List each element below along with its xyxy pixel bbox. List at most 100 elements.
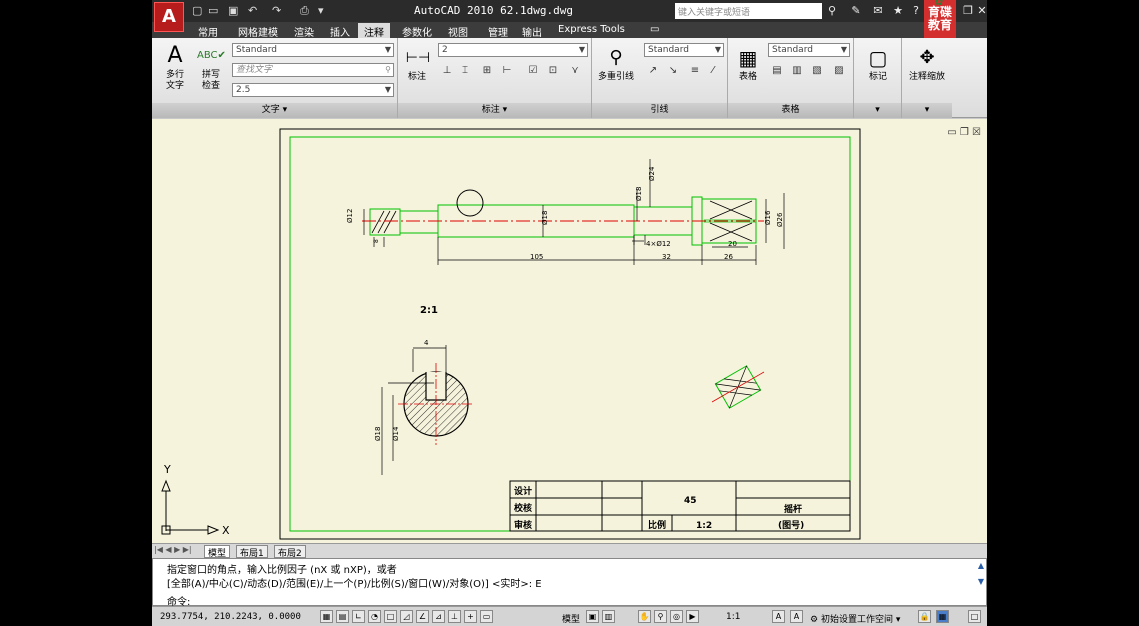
tab-output[interactable]: 输出 xyxy=(516,23,548,39)
detail-scale-label: 2:1 xyxy=(420,305,438,316)
showmotion-icon[interactable]: ▶ xyxy=(686,610,699,623)
jog-icon[interactable]: ⋎ xyxy=(568,64,582,78)
layout-model-icon[interactable]: ▣ xyxy=(586,610,599,623)
baseline-dim-icon[interactable]: ⊢ xyxy=(500,64,514,78)
subscription-icon[interactable]: ✎ xyxy=(848,3,864,19)
drawing-canvas[interactable]: ▭ ❐ ☒ Ø12 8 Ø18 Ø18 Ø24 Ø16 Ø26 105 32 2… xyxy=(152,119,987,543)
scroll-up-icon[interactable]: ▲ xyxy=(978,561,984,570)
dimension-panel-title[interactable]: 标注 ▾ xyxy=(398,103,591,118)
center-mark-icon[interactable]: ⊡ xyxy=(546,64,560,78)
tab-home[interactable]: 常用 xyxy=(192,23,224,39)
hardware-accel-icon[interactable]: ▦ xyxy=(936,610,949,623)
toolbar-lock-icon[interactable]: 🔒 xyxy=(918,610,931,623)
upload-data-icon[interactable]: ▨ xyxy=(832,64,846,78)
linear-dim-icon[interactable]: ⊥ xyxy=(440,64,454,78)
scroll-down-icon[interactable]: ▼ xyxy=(978,577,984,586)
grid-toggle[interactable]: ▤ xyxy=(336,610,349,623)
help-search-input[interactable]: 键入关键字或短语 xyxy=(675,3,822,19)
polar-toggle[interactable]: ◔ xyxy=(368,610,381,623)
tab-model[interactable]: 模型 xyxy=(204,545,231,559)
tab-view[interactable]: 视图 xyxy=(442,23,474,39)
dim-len105: 105 xyxy=(530,253,543,261)
tolerance-icon[interactable]: ☑ xyxy=(526,64,540,78)
close-icon[interactable]: ✕ xyxy=(974,3,987,19)
tab-manage[interactable]: 管理 xyxy=(482,23,514,39)
tab-layout2[interactable]: 布局2 xyxy=(274,545,306,559)
lineweight-toggle[interactable]: + xyxy=(464,610,477,623)
redo-icon[interactable]: ↷ xyxy=(272,4,281,18)
new-icon[interactable]: ▢ xyxy=(192,4,202,18)
dimension-button[interactable]: ⊢⊣ 标注 xyxy=(404,44,430,83)
tab-layout1[interactable]: 布局1 xyxy=(236,545,268,559)
workspace-switcher[interactable]: ⚙ 初始设置工作空间 ▾ xyxy=(810,612,900,625)
annotation-visibility-icon[interactable]: A xyxy=(772,610,785,623)
communication-icon[interactable]: ✉ xyxy=(870,3,886,19)
help-icon[interactable]: ? xyxy=(908,3,924,19)
osnap-toggle[interactable]: □ xyxy=(384,610,397,623)
tab-mesh[interactable]: 网格建模 xyxy=(232,23,284,39)
ortho-toggle[interactable]: ∟ xyxy=(352,610,365,623)
text-height-combo[interactable]: 2.5 ▼ xyxy=(232,83,394,97)
text-panel-title[interactable]: 文字 ▾ xyxy=(152,103,397,118)
pan-icon[interactable]: ✋ xyxy=(638,610,651,623)
collect-leader-icon[interactable]: ⁄ xyxy=(706,64,720,78)
tab-express-tools[interactable]: Express Tools xyxy=(552,23,631,38)
dyn-toggle[interactable]: ⊥ xyxy=(448,610,461,623)
text-height-value: 2.5 xyxy=(236,85,251,95)
tab-parametric[interactable]: 参数化 xyxy=(396,23,438,39)
favorites-icon[interactable]: ★ xyxy=(890,3,906,19)
leader-panel-title[interactable]: 引线 xyxy=(592,103,727,118)
tab-nav-arrows-icon[interactable]: |◀ ◀ ▶ ▶| xyxy=(154,545,192,554)
sheet-outer-border xyxy=(279,128,861,540)
tab-more-icon[interactable]: ▭ xyxy=(644,23,665,38)
open-icon[interactable]: ▭ xyxy=(208,4,218,18)
tab-insert[interactable]: 插入 xyxy=(324,23,356,39)
auto-scale-icon[interactable]: A xyxy=(790,610,803,623)
model-space-label[interactable]: 模型 xyxy=(562,612,580,625)
aligned-dim-icon[interactable]: ⌶ xyxy=(458,64,472,78)
remove-leader-icon[interactable]: ↘ xyxy=(666,64,680,78)
status-bar: 293.7754, 210.2243, 0.0000 ▦ ▤ ∟ ◔ □ ◿ ∠… xyxy=(152,606,987,626)
annotation-scaling-expand[interactable]: ▾ xyxy=(902,103,952,118)
quick-dim-icon[interactable]: ⊞ xyxy=(480,64,494,78)
dim-style-combo[interactable]: 2 ▼ xyxy=(438,43,588,57)
undo-icon[interactable]: ↶ xyxy=(248,4,257,18)
app-menu-button[interactable]: A xyxy=(154,2,184,32)
align-leader-icon[interactable]: ≡ xyxy=(688,64,702,78)
data-link-icon[interactable]: ▤ xyxy=(770,64,784,78)
zoom-icon[interactable]: ⚲ xyxy=(654,610,667,623)
add-leader-icon[interactable]: ↗ xyxy=(646,64,660,78)
download-data-icon[interactable]: ▧ xyxy=(810,64,824,78)
markup-panel-expand[interactable]: ▾ xyxy=(854,103,901,118)
steering-wheel-icon[interactable]: ◎ xyxy=(670,610,683,623)
text-style-combo[interactable]: Standard ▼ xyxy=(232,43,394,57)
annotation-scale-value[interactable]: 1:1 xyxy=(726,612,740,622)
quick-props-toggle[interactable]: ▭ xyxy=(480,610,493,623)
print-icon[interactable]: ⎙ xyxy=(300,4,309,18)
snap-toggle[interactable]: ▦ xyxy=(320,610,333,623)
spell-check-button[interactable]: ABC✔ 拼写 检查 xyxy=(196,42,226,92)
otrack-toggle[interactable]: ∠ xyxy=(416,610,429,623)
table-panel-title[interactable]: 表格 xyxy=(728,103,853,118)
tab-annotate[interactable]: 注释 xyxy=(358,23,390,39)
quick-access-dropdown-icon[interactable]: ▾ xyxy=(318,4,324,18)
table-button[interactable]: ▦ 表格 xyxy=(734,44,762,83)
3d-osnap-toggle[interactable]: ◿ xyxy=(400,610,413,623)
hatch-left xyxy=(371,210,397,234)
command-window[interactable]: 指定窗口的角点，输入比例因子 (nX 或 nXP)，或者 [全部(A)/中心(C… xyxy=(152,558,987,608)
coordinate-readout[interactable]: 293.7754, 210.2243, 0.0000 xyxy=(160,612,301,622)
mtext-button[interactable]: A 多行 文字 xyxy=(160,42,190,92)
ducs-toggle[interactable]: ⊿ xyxy=(432,610,445,623)
layout-paper-icon[interactable]: ▥ xyxy=(602,610,615,623)
markup-button[interactable]: ▢ 标记 xyxy=(862,44,894,83)
mleader-style-combo[interactable]: Standard ▼ xyxy=(644,43,724,57)
multileader-button[interactable]: ⚲ 多重引线 xyxy=(596,44,636,83)
binoculars-icon[interactable]: ⚲ xyxy=(824,3,840,19)
extract-data-icon[interactable]: ▥ xyxy=(790,64,804,78)
clean-screen-icon[interactable]: □ xyxy=(968,610,981,623)
save-icon[interactable]: ▣ xyxy=(228,4,238,18)
find-text-input[interactable]: 查找文字 ⚲ xyxy=(232,63,394,77)
annotation-scale-button[interactable]: ✥ 注释缩放 xyxy=(904,44,950,83)
tab-render[interactable]: 渲染 xyxy=(288,23,320,39)
table-style-combo[interactable]: Standard ▼ xyxy=(768,43,850,57)
